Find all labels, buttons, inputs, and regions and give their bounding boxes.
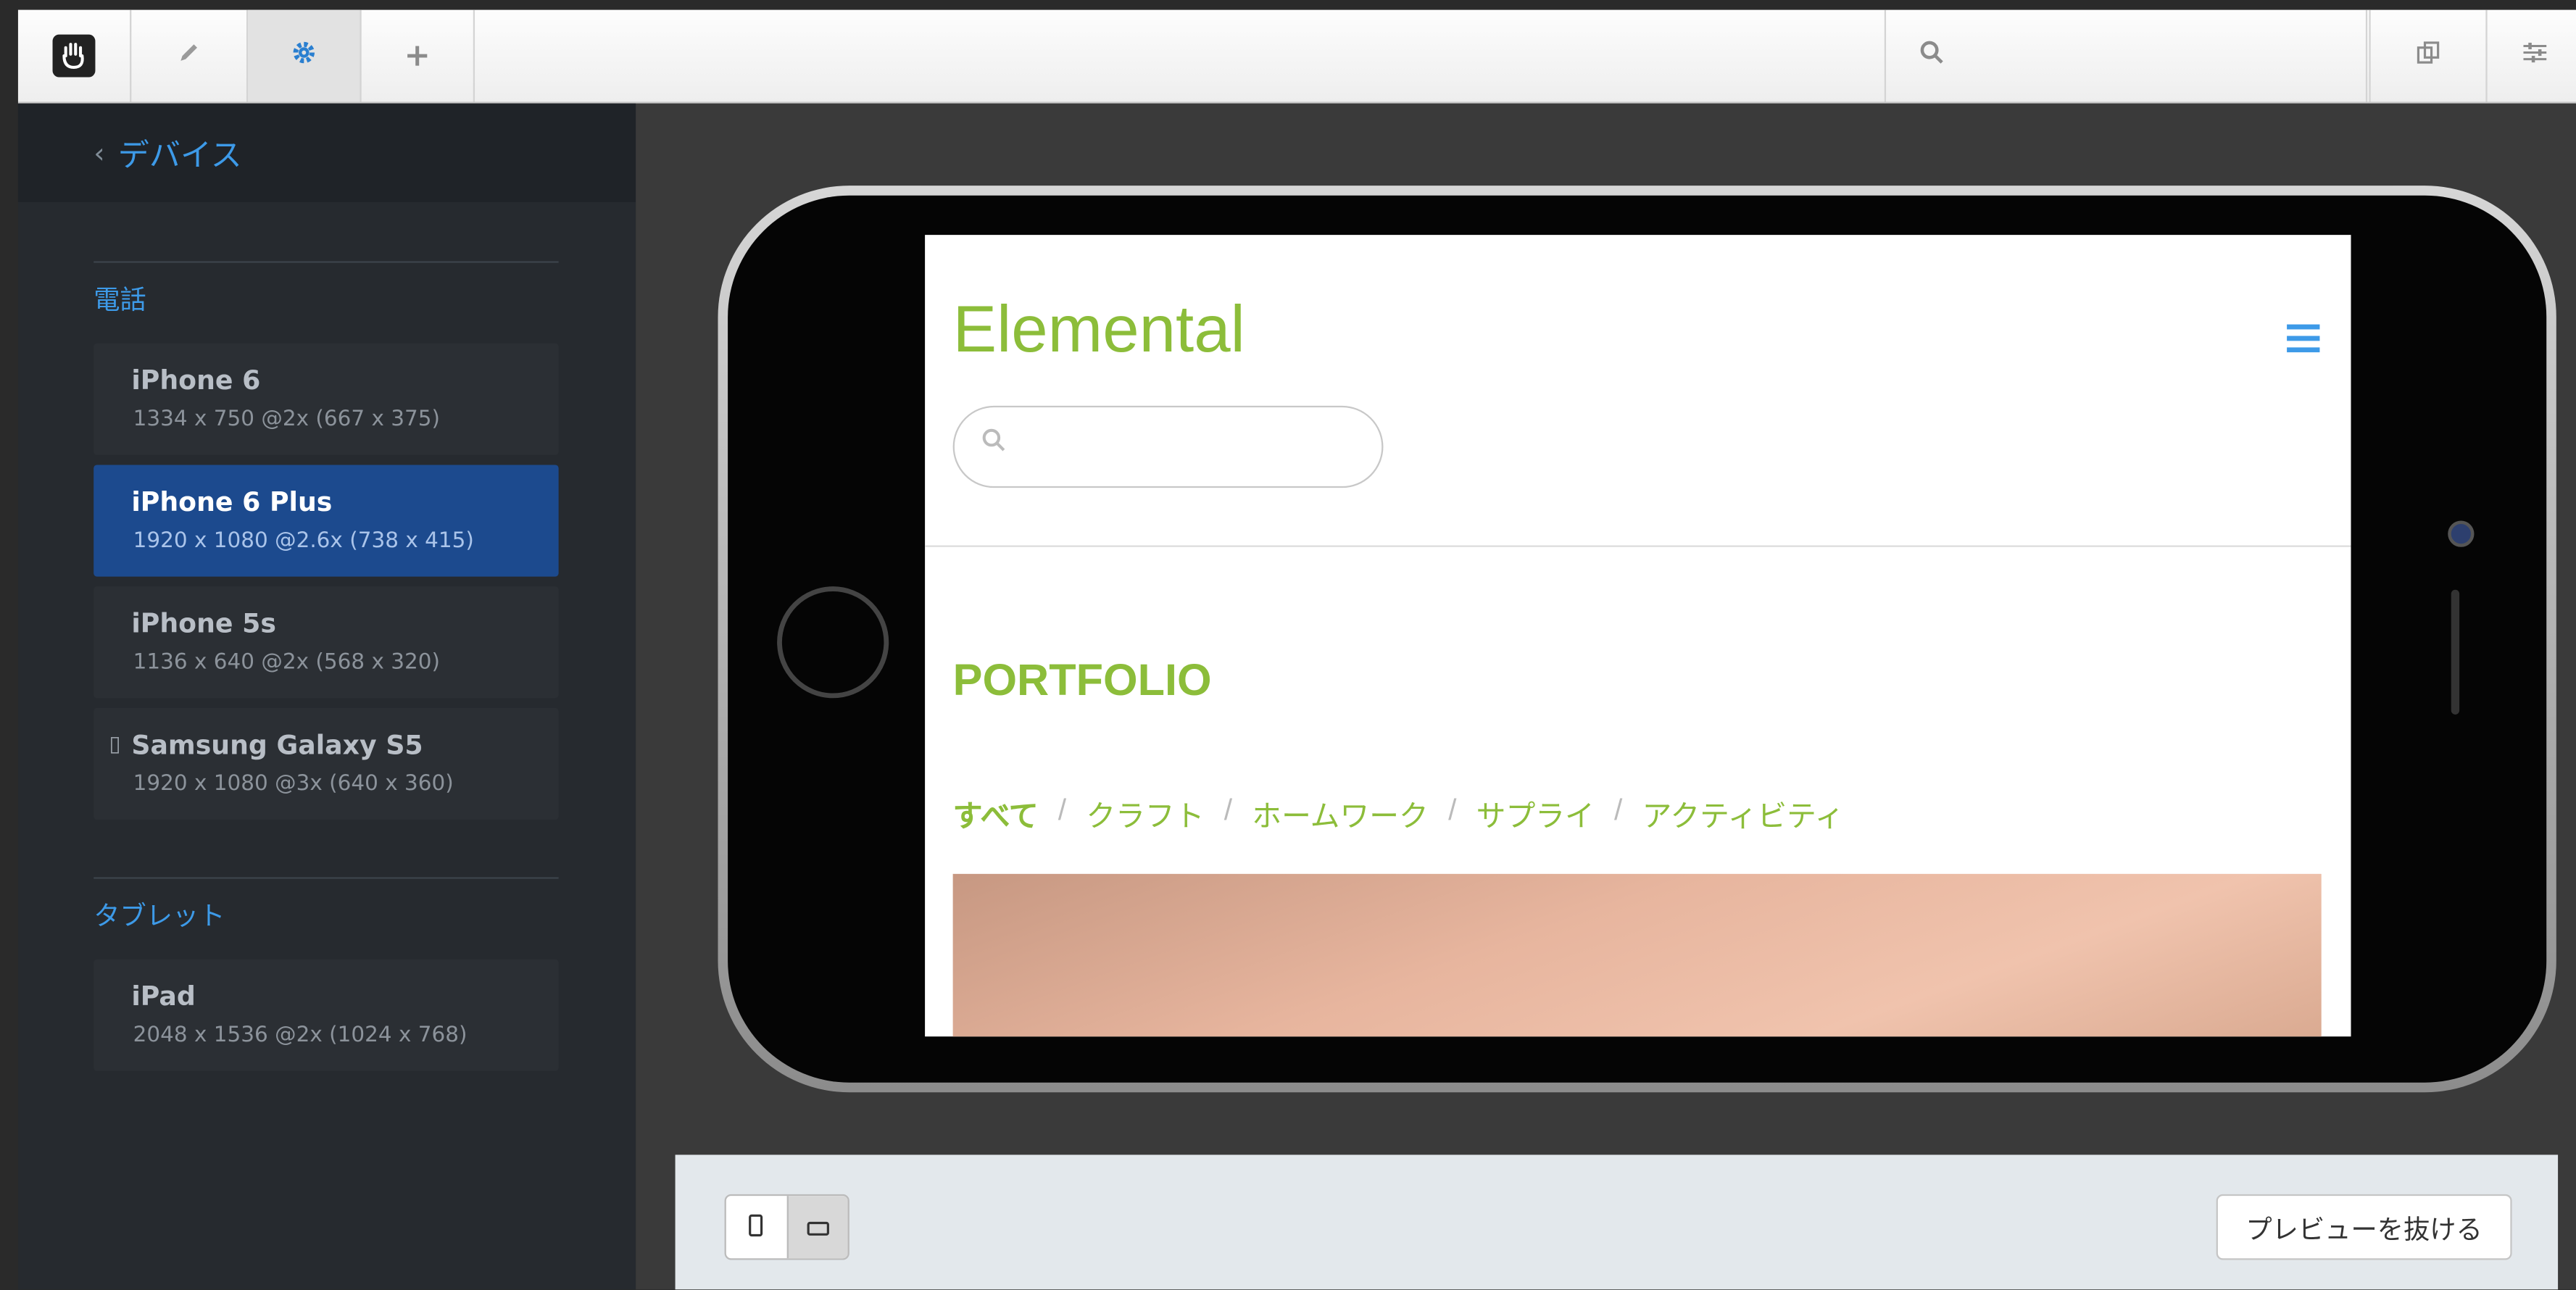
portrait-button[interactable] bbox=[726, 1196, 786, 1258]
device-item-ipad[interactable]: iPad 2048 x 1536 @2x (1024 x 768) bbox=[94, 959, 559, 1071]
filter-supplies[interactable]: サプライ bbox=[1476, 794, 1595, 836]
section-title-tablets: タブレット bbox=[94, 900, 225, 932]
gear-icon bbox=[291, 38, 317, 73]
portrait-icon bbox=[748, 1212, 765, 1243]
filter-all[interactable]: すべて bbox=[953, 794, 1039, 836]
device-resolution: 1920 x 1080 @3x (640 x 360) bbox=[133, 772, 454, 797]
device-name: iPad bbox=[131, 981, 196, 1012]
device-item-iphone-6[interactable]: iPhone 6 1334 x 750 @2x (667 x 375) bbox=[94, 343, 559, 455]
chevron-left-icon: ‹ bbox=[94, 137, 105, 170]
device-name: Samsung Galaxy S5 bbox=[131, 729, 423, 761]
hand-logo-icon bbox=[52, 34, 96, 78]
filter-separator: / bbox=[1448, 793, 1457, 827]
landscape-icon bbox=[806, 1212, 829, 1243]
back-to-devices-link[interactable]: ‹ デバイス bbox=[94, 131, 242, 175]
landscape-button[interactable] bbox=[786, 1196, 848, 1259]
device-item-iphone-6-plus[interactable]: iPhone 6 Plus 1920 x 1080 @2.6x (738 x 4… bbox=[94, 465, 559, 577]
device-item-iphone-5s[interactable]: iPhone 5s 1136 x 640 @2x (568 x 320) bbox=[94, 586, 559, 699]
camera-icon bbox=[2448, 520, 2475, 547]
search-icon bbox=[981, 427, 1007, 462]
copy-icon bbox=[2414, 37, 2443, 75]
home-button-icon bbox=[777, 586, 889, 699]
settings-button[interactable] bbox=[248, 9, 362, 102]
section-divider bbox=[94, 877, 559, 879]
pencil-icon bbox=[176, 38, 202, 73]
add-button[interactable] bbox=[362, 9, 475, 102]
logo-button[interactable] bbox=[18, 9, 132, 102]
device-name: iPhone 5s bbox=[131, 607, 276, 639]
device-screen: Elemental PORTFOLIO すべて / クラフト / ホームワーク … bbox=[925, 235, 2351, 1037]
site-search-input[interactable] bbox=[952, 405, 1384, 488]
search-icon bbox=[1919, 38, 1945, 73]
device-name: iPhone 6 bbox=[131, 365, 261, 396]
top-toolbar bbox=[17, 9, 2576, 104]
section-heading: PORTFOLIO bbox=[952, 655, 1212, 705]
device-sidebar: ‹ デバイス 電話 iPhone 6 1334 x 750 @2x (667 x… bbox=[17, 103, 636, 1290]
back-label: デバイス bbox=[117, 138, 242, 175]
device-resolution: 1920 x 1080 @2.6x (738 x 415) bbox=[133, 528, 474, 554]
section-divider bbox=[94, 261, 559, 263]
device-item-samsung-galaxy-s5[interactable]: ▯ Samsung Galaxy S5 1920 x 1080 @3x (640 … bbox=[94, 707, 559, 820]
search-input[interactable] bbox=[1884, 9, 2368, 102]
filter-separator: / bbox=[1614, 793, 1623, 827]
phone-icon: ▯ bbox=[109, 732, 121, 757]
hamburger-menu-icon[interactable] bbox=[2285, 314, 2322, 367]
duplicate-button[interactable] bbox=[2369, 9, 2488, 102]
orientation-toggle bbox=[724, 1194, 849, 1260]
plus-icon bbox=[404, 33, 431, 78]
device-resolution: 1136 x 640 @2x (568 x 320) bbox=[133, 650, 441, 675]
site-title[interactable]: Elemental bbox=[953, 294, 1245, 368]
portfolio-filters: すべて / クラフト / ホームワーク / サプライ / アクティビティ bbox=[953, 794, 1845, 836]
portfolio-image[interactable] bbox=[952, 873, 2322, 1037]
options-button[interactable] bbox=[2485, 10, 2576, 102]
speaker-grille bbox=[2451, 589, 2460, 715]
header-divider bbox=[925, 545, 2351, 547]
edit-button[interactable] bbox=[131, 9, 249, 102]
device-resolution: 1334 x 750 @2x (667 x 375) bbox=[133, 407, 441, 433]
sidebar-header: ‹ デバイス bbox=[17, 103, 636, 202]
filter-activities[interactable]: アクティビティ bbox=[1642, 794, 1845, 836]
filter-separator: / bbox=[1223, 793, 1233, 827]
filter-homework[interactable]: ホームワーク bbox=[1252, 794, 1429, 836]
preview-bottom-bar: プレビューを抜ける bbox=[675, 1154, 2559, 1290]
exit-preview-button[interactable]: プレビューを抜ける bbox=[2216, 1194, 2512, 1260]
sliders-icon bbox=[2520, 37, 2550, 75]
filter-craft[interactable]: クラフト bbox=[1086, 794, 1204, 836]
device-resolution: 2048 x 1536 @2x (1024 x 768) bbox=[133, 1023, 468, 1049]
device-name: iPhone 6 Plus bbox=[131, 486, 333, 517]
section-title-phones: 電話 bbox=[94, 284, 146, 316]
filter-separator: / bbox=[1058, 793, 1067, 827]
